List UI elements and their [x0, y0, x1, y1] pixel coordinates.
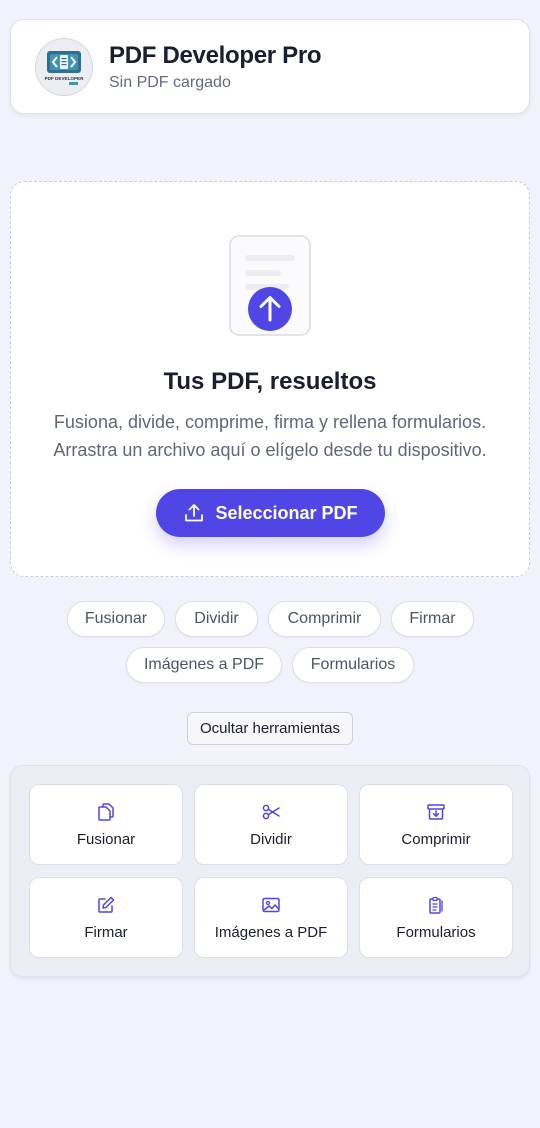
pen-icon	[98, 896, 115, 913]
scissors-icon	[262, 804, 280, 820]
clipboard-icon	[429, 896, 443, 914]
chip-dividir[interactable]: Dividir	[175, 601, 258, 637]
chip-comprimir[interactable]: Comprimir	[268, 601, 381, 637]
tool-card-formularios[interactable]: Formularios	[359, 877, 513, 958]
chip-firmar[interactable]: Firmar	[391, 601, 474, 637]
chip-imagenes-a-pdf[interactable]: Imágenes a PDF	[126, 647, 282, 683]
tool-label: Dividir	[250, 831, 292, 848]
chip-formularios[interactable]: Formularios	[292, 647, 414, 683]
archive-icon	[427, 804, 445, 820]
dropzone-title: Tus PDF, resueltos	[163, 368, 377, 395]
app-title: PDF Developer Pro	[109, 42, 322, 69]
dropzone-description-line2: Arrastra un archivo aquí o elígelo desde…	[53, 440, 487, 460]
tool-card-comprimir[interactable]: Comprimir	[359, 784, 513, 865]
copy-icon	[98, 803, 114, 821]
tool-card-firmar[interactable]: Firmar	[29, 877, 183, 958]
select-pdf-button[interactable]: Seleccionar PDF	[156, 489, 385, 537]
chip-fusionar[interactable]: Fusionar	[67, 601, 165, 637]
pdf-dropzone[interactable]: Tus PDF, resueltos Fusiona, divide, comp…	[10, 181, 530, 577]
select-pdf-label: Seleccionar PDF	[215, 502, 358, 523]
upload-icon	[185, 504, 204, 522]
tool-card-imagenes-a-pdf[interactable]: Imágenes a PDF	[194, 877, 348, 958]
tools-panel: Fusionar Dividir Comprimir Firmar Imágen…	[10, 765, 530, 977]
pdf-status-text: Sin PDF cargado	[109, 74, 231, 91]
dropzone-description-line1: Fusiona, divide, comprime, firma y relle…	[53, 412, 487, 432]
tool-card-dividir[interactable]: Dividir	[194, 784, 348, 865]
app-header: PDF DEVELOPER PDF Developer Pro Sin PDF …	[10, 19, 530, 114]
svg-text:PDF DEVELOPER: PDF DEVELOPER	[45, 76, 84, 81]
logo-icon: PDF DEVELOPER	[45, 51, 84, 85]
document-upload-icon	[229, 235, 311, 336]
tool-label: Comprimir	[401, 831, 471, 848]
tool-label: Firmar	[84, 924, 128, 941]
image-icon	[262, 897, 280, 913]
tool-label: Formularios	[396, 924, 476, 941]
tool-label: Imágenes a PDF	[214, 924, 328, 941]
tool-label: Fusionar	[76, 831, 136, 848]
app-logo: PDF DEVELOPER	[35, 38, 93, 96]
tool-card-fusionar[interactable]: Fusionar	[29, 784, 183, 865]
dropzone-description: Fusiona, divide, comprime, firma y relle…	[11, 408, 529, 464]
hide-tools-button[interactable]: Ocultar herramientas	[187, 712, 353, 745]
